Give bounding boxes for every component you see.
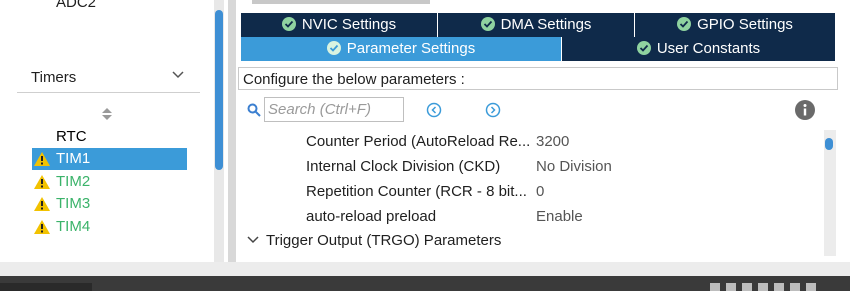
tab-nvic-settings[interactable]: NVIC Settings — [241, 13, 437, 37]
sort-icon[interactable] — [100, 106, 114, 122]
peripheral-label: TIM3 — [56, 195, 91, 212]
check-circle-icon — [636, 41, 651, 55]
tab-dma-settings[interactable]: DMA Settings — [438, 13, 634, 37]
tab-label: User Constants — [656, 40, 761, 57]
tray-icon[interactable] — [790, 283, 800, 291]
tab-parameter-settings[interactable]: Parameter Settings — [241, 37, 561, 61]
param-value-autoreload-preload[interactable]: Enable — [536, 208, 583, 225]
check-circle-icon — [677, 17, 692, 31]
group-trgo-parameters[interactable]: Trigger Output (TRGO) Parameters — [246, 232, 501, 249]
peripheral-item-rtc[interactable]: RTC — [32, 126, 187, 148]
tray-icon[interactable] — [710, 283, 720, 291]
peripheral-label: TIM2 — [56, 173, 91, 190]
chevron-down-icon — [172, 71, 184, 79]
tray-icon[interactable] — [742, 283, 752, 291]
peripheral-label: TIM1 — [56, 150, 91, 167]
peripheral-item-tim4[interactable]: TIM4 — [32, 216, 187, 238]
tab-label: Parameter Settings — [346, 40, 476, 57]
tab-label: NVIC Settings — [301, 16, 397, 33]
tray-icon[interactable] — [806, 283, 816, 291]
warning-icon — [34, 152, 50, 166]
tray-icon[interactable] — [774, 283, 784, 291]
param-value-counter-period[interactable]: 3200 — [536, 133, 569, 150]
category-title: Timers — [31, 69, 77, 86]
chevron-left-circle-icon[interactable] — [426, 102, 442, 118]
warning-icon — [34, 197, 50, 211]
parameters-scrollbar-thumb[interactable] — [825, 138, 833, 150]
param-value-repetition-counter[interactable]: 0 — [536, 183, 544, 200]
param-name-counter-period[interactable]: Counter Period (AutoReload Re... — [306, 133, 530, 150]
search-icon — [247, 103, 261, 117]
configure-instruction: Configure the below parameters : — [238, 67, 838, 90]
tree-item-adc2[interactable]: ADC2 — [56, 0, 96, 11]
left-scrollbar-thumb[interactable] — [215, 10, 223, 170]
param-value-clock-division[interactable]: No Division — [536, 158, 612, 175]
search-input[interactable] — [264, 97, 404, 122]
tab-label: GPIO Settings — [697, 16, 793, 33]
check-circle-icon — [480, 17, 495, 31]
peripheral-label: RTC — [56, 128, 87, 145]
warning-icon — [34, 220, 50, 234]
chevron-right-circle-icon[interactable] — [485, 102, 501, 118]
group-label: Trigger Output (TRGO) Parameters — [266, 232, 502, 249]
check-circle-icon — [326, 41, 341, 55]
check-circle-icon — [281, 17, 296, 31]
param-name-clock-division[interactable]: Internal Clock Division (CKD) — [306, 158, 500, 175]
param-name-autoreload-preload[interactable]: auto-reload preload — [306, 208, 436, 225]
panel-divider[interactable] — [228, 0, 236, 262]
category-header-timers[interactable]: Timers — [17, 64, 200, 93]
param-name-repetition-counter[interactable]: Repetition Counter (RCR - 8 bit... — [306, 183, 527, 200]
info-icon[interactable] — [795, 100, 815, 120]
taskbar-start-area[interactable] — [0, 283, 92, 291]
tray-icon[interactable] — [758, 283, 768, 291]
taskbar-tray — [710, 283, 816, 291]
tray-icon[interactable] — [726, 283, 736, 291]
warning-icon — [34, 175, 50, 189]
tab-label: DMA Settings — [500, 16, 592, 33]
peripheral-item-tim3[interactable]: TIM3 — [32, 193, 187, 215]
peripheral-label: TIM4 — [56, 218, 91, 235]
tab-gpio-settings[interactable]: GPIO Settings — [635, 13, 835, 37]
top-strip — [252, 0, 430, 4]
peripheral-item-tim2[interactable]: TIM2 — [32, 171, 187, 193]
chevron-down-icon — [247, 236, 259, 244]
tab-user-constants[interactable]: User Constants — [562, 37, 835, 61]
peripheral-item-tim1[interactable]: TIM1 — [32, 148, 187, 170]
